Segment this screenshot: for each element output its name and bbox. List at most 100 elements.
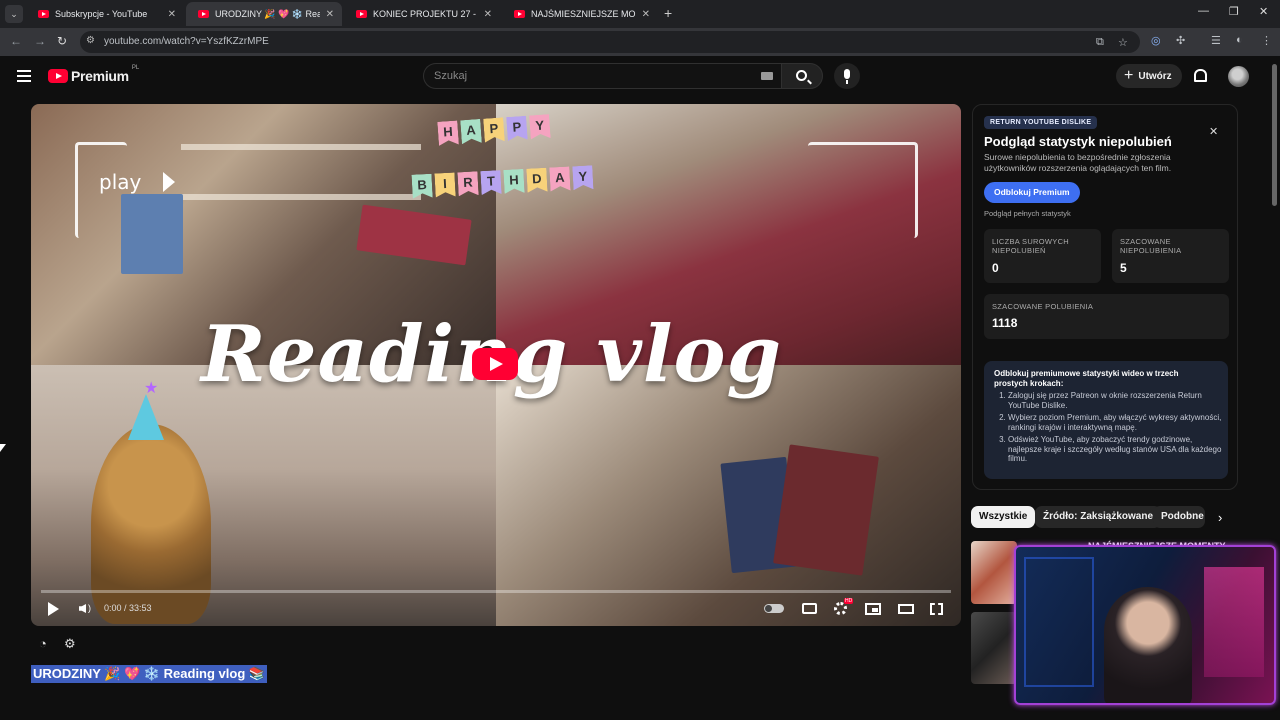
estimated-dislikes-card: SZACOWANE NIEPOLUBIENIA 5 xyxy=(1112,229,1229,283)
back-arrow-icon[interactable]: ← xyxy=(10,34,22,48)
microphone-icon xyxy=(844,69,850,79)
promo-step: Wybierz poziom Premium, aby włączyć wykr… xyxy=(1008,413,1222,432)
tab-title: URODZINY 🎉 💖 ❄️ Reading v xyxy=(215,8,320,19)
recommendation-thumbnail[interactable] xyxy=(971,612,1017,684)
site-info-icon[interactable]: ⚙ xyxy=(86,35,95,46)
recommendation-thumbnail[interactable] xyxy=(971,541,1017,604)
stat-value: 1118 xyxy=(992,316,1018,330)
subtitles-icon[interactable] xyxy=(802,603,817,614)
logo-brand-text: Premium xyxy=(71,68,129,84)
stat-value: 0 xyxy=(992,261,999,275)
search-input[interactable]: Szukaj xyxy=(423,63,781,89)
rytd-badge: RETURN YOUTUBE DISLIKE xyxy=(984,116,1098,129)
stat-value: 5 xyxy=(1120,261,1127,275)
youtube-premium-logo[interactable]: Premium PL xyxy=(48,65,140,84)
new-tab-button[interactable]: + xyxy=(664,5,672,21)
stat-label: SZACOWANE POLUBIENIA xyxy=(992,302,1094,311)
quality-settings-icon[interactable]: ⚙ xyxy=(64,636,80,651)
browser-tab-najsmieszniejsze[interactable]: NAJŚMIESZNIEJSZE MOMENTY ✕ xyxy=(502,2,658,26)
book-prop xyxy=(356,204,472,266)
close-icon[interactable]: ✕ xyxy=(1209,125,1218,138)
install-app-icon[interactable]: ⧉ xyxy=(1096,36,1104,49)
book-prop xyxy=(121,194,183,274)
video-title: URODZINY 🎉 💖 ❄️ Reading vlog 📚 xyxy=(31,665,268,683)
player-controls: ) 0:00 / 33:53 HD xyxy=(31,593,961,626)
search-placeholder: Szukaj xyxy=(434,70,468,82)
chip-similar[interactable]: Podobne xyxy=(1153,506,1205,528)
address-bar[interactable]: ⚙ youtube.com/watch?v=YszfKZzrMPE ⧉ ☆ xyxy=(80,31,1140,53)
video-player[interactable]: play ★ H A P P Y B I R T H D A Y Reading… xyxy=(31,104,961,626)
volume-icon[interactable] xyxy=(79,604,86,613)
bookmark-star-icon[interactable]: ☆ xyxy=(1118,36,1128,49)
minimize-window-icon[interactable]: — xyxy=(1198,5,1209,17)
keyboard-icon[interactable] xyxy=(761,72,773,80)
rytd-heading: Podgląd statystyk niepolubień xyxy=(984,134,1172,149)
hd-badge: HD xyxy=(844,598,854,604)
party-hat-sticker xyxy=(128,394,164,440)
tab-title: Subskrypcje - YouTube xyxy=(55,9,148,19)
close-window-icon[interactable]: ✕ xyxy=(1259,5,1268,18)
create-button[interactable]: + Utwórz xyxy=(1116,64,1182,88)
tab-title: KONIEC PROJEKTU 27 - YouTub xyxy=(373,9,478,19)
reload-icon[interactable]: ↻ xyxy=(57,34,67,48)
profile-icon[interactable]: ◐ xyxy=(1236,34,1243,46)
playback-speed-icon[interactable]: ◔ xyxy=(39,636,55,651)
promo-steps: Zaloguj się przez Patreon w oknie rozsze… xyxy=(994,391,1222,467)
plus-icon: + xyxy=(1124,67,1134,84)
streamer-figure xyxy=(1104,587,1192,703)
promo-step: Odśwież YouTube, aby zobaczyć trendy god… xyxy=(1008,435,1222,464)
autoplay-toggle[interactable] xyxy=(764,604,784,613)
mouse-cursor-icon xyxy=(0,444,6,452)
large-play-button[interactable] xyxy=(472,348,518,380)
create-label: Utwórz xyxy=(1138,70,1172,82)
star-icon: ★ xyxy=(144,380,159,397)
forward-arrow-icon[interactable]: → xyxy=(34,34,46,48)
full-stats-link[interactable]: Podgląd pełnych statystyk xyxy=(984,209,1071,218)
stat-label: SZACOWANE NIEPOLUBIENIA xyxy=(1120,237,1182,255)
browser-tab-active-video[interactable]: URODZINY 🎉 💖 ❄️ Reading v ✕ xyxy=(186,2,342,26)
hamburger-menu-icon[interactable] xyxy=(17,70,31,82)
youtube-favicon-icon xyxy=(198,10,209,18)
search-button[interactable] xyxy=(781,63,823,89)
return-youtube-dislike-panel: RETURN YOUTUBE DISLIKE ✕ Podgląd statyst… xyxy=(972,104,1238,490)
fullscreen-icon[interactable] xyxy=(930,603,943,615)
play-doodle-arrow-icon xyxy=(163,172,175,192)
maximize-window-icon[interactable]: ❐ xyxy=(1229,5,1239,18)
play-icon[interactable] xyxy=(48,602,59,616)
voice-search-button[interactable] xyxy=(834,63,860,89)
notifications-bell-icon[interactable] xyxy=(1194,69,1207,82)
chip-all[interactable]: Wszystkie xyxy=(971,506,1036,528)
browser-tab-strip: ⌄ Subskrypcje - YouTube ✕ URODZINY 🎉 💖 ❄… xyxy=(0,0,1280,28)
tab-search-button[interactable]: ⌄ xyxy=(5,5,23,23)
extension-icon[interactable]: ◎ xyxy=(1151,34,1161,47)
chip-source[interactable]: Źródło: Zaksiążkowane xyxy=(1035,506,1162,528)
youtube-favicon-icon xyxy=(356,10,367,18)
extensions-puzzle-icon[interactable]: ✣ xyxy=(1176,34,1185,47)
youtube-favicon-icon xyxy=(38,10,49,18)
estimated-likes-card: SZACOWANE POLUBIENIA 1118 xyxy=(984,294,1229,339)
logo-country-code: PL xyxy=(131,65,140,71)
tab-close-icon[interactable]: ✕ xyxy=(326,9,334,20)
miniplayer-icon[interactable] xyxy=(865,603,881,615)
browser-menu-icon[interactable]: ⋮ xyxy=(1261,34,1272,47)
promo-step: Zaloguj się przez Patreon w oknie rozsze… xyxy=(1008,391,1222,410)
account-avatar[interactable] xyxy=(1228,66,1249,87)
unlock-premium-button[interactable]: Odblokuj Premium xyxy=(984,182,1080,203)
rytd-description: Surowe niepolubienia to bezpośrednie zgł… xyxy=(984,152,1172,173)
time-display: 0:00 / 33:53 xyxy=(104,603,152,613)
browser-tab-subscriptions[interactable]: Subskrypcje - YouTube ✕ xyxy=(26,2,184,26)
browser-toolbar: ← → ↻ ⚙ youtube.com/watch?v=YszfKZzrMPE … xyxy=(0,28,1280,56)
reading-list-icon[interactable]: ☰ xyxy=(1211,34,1221,47)
page-scrollbar[interactable] xyxy=(1272,64,1277,206)
tab-close-icon[interactable]: ✕ xyxy=(168,9,176,20)
browser-tab-koniec-projektu[interactable]: KONIEC PROJEKTU 27 - YouTub ✕ xyxy=(344,2,500,26)
search-icon xyxy=(796,70,807,81)
url-text: youtube.com/watch?v=YszfKZzrMPE xyxy=(104,36,269,47)
webcam-overlay xyxy=(1014,545,1276,705)
book-prop xyxy=(773,444,879,576)
tab-close-icon[interactable]: ✕ xyxy=(484,9,492,20)
tab-close-icon[interactable]: ✕ xyxy=(642,9,650,20)
thumbnail-quadrant-girl-books xyxy=(496,365,961,626)
chevron-right-icon[interactable]: › xyxy=(1218,510,1222,525)
theater-mode-icon[interactable] xyxy=(898,604,914,614)
